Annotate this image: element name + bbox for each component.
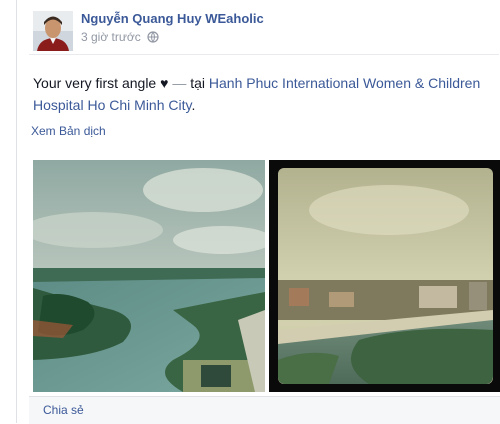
post-footer: Chia sẻ: [29, 396, 500, 424]
avatar[interactable]: [33, 11, 73, 51]
river-landscape-photo: [33, 160, 265, 392]
timestamp[interactable]: 3 giờ trước: [81, 30, 141, 44]
location-prefix: tại: [190, 75, 205, 91]
city-bridge-photo: [269, 160, 500, 392]
status-text: Your very first angle ♥ — tại Hanh Phuc …: [33, 72, 493, 116]
photo-city[interactable]: [269, 160, 500, 392]
translate-link[interactable]: Xem Bản dịch: [31, 124, 106, 138]
status-message: Your very first angle ♥: [33, 75, 169, 91]
post-meta: 3 giờ trước: [81, 30, 159, 44]
author-name[interactable]: Nguyễn Quang Huy WEaholic: [81, 11, 264, 26]
post-card: Nguyễn Quang Huy WEaholic 3 giờ trước Yo…: [16, 0, 500, 424]
globe-icon[interactable]: [147, 31, 159, 43]
status-separator: —: [172, 75, 187, 91]
avatar-image: [33, 11, 73, 51]
photo-river[interactable]: [33, 160, 265, 392]
header-divider: [29, 54, 499, 55]
share-link[interactable]: Chia sẻ: [43, 403, 84, 417]
location-suffix: .: [191, 97, 196, 113]
